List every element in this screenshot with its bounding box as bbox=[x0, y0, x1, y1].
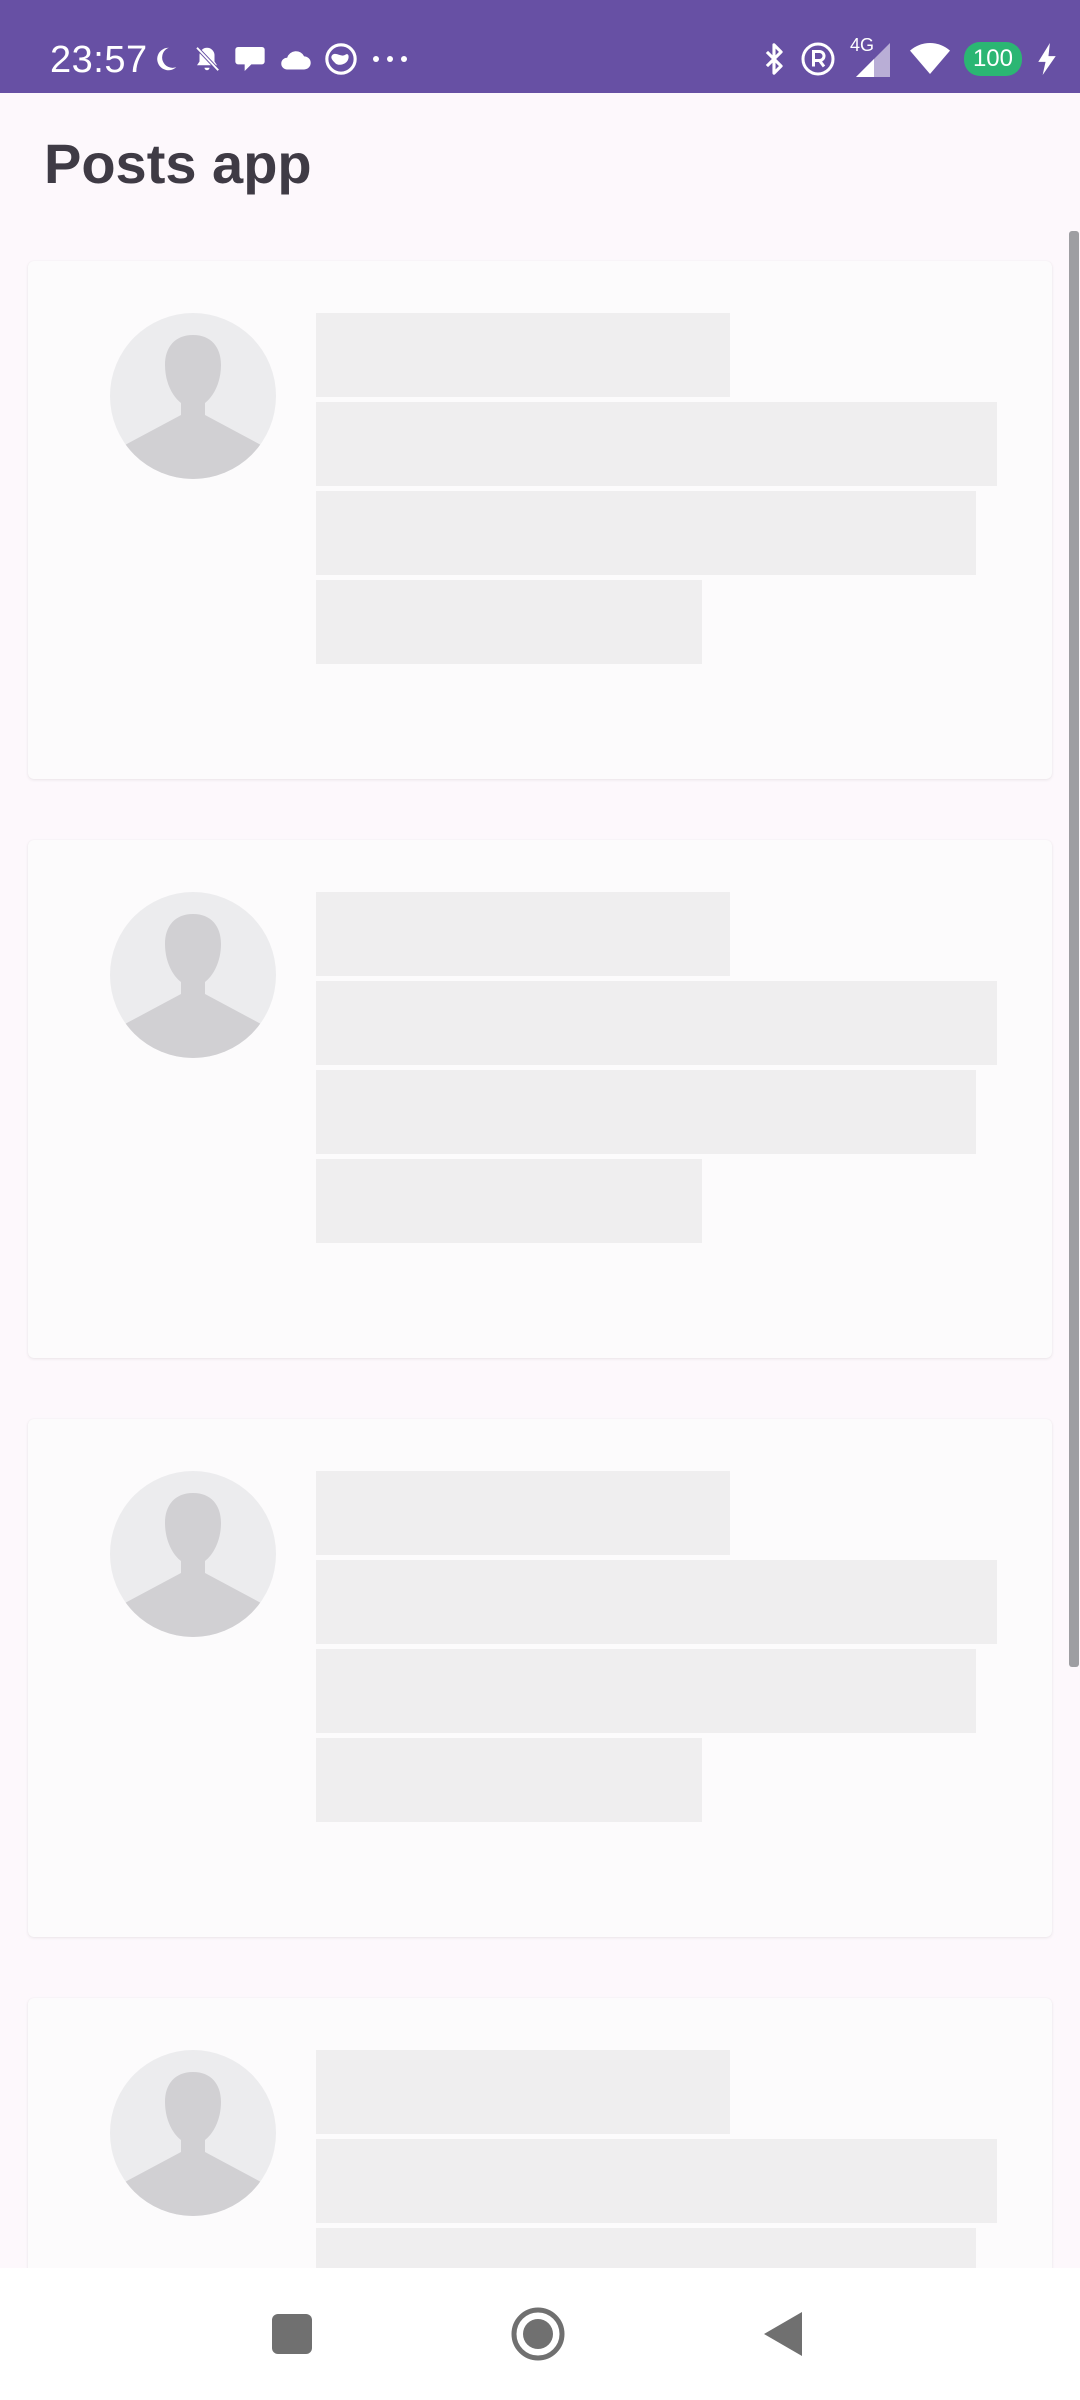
app-bar: Posts app bbox=[0, 93, 1080, 233]
battery-icon: 100 bbox=[963, 42, 1022, 76]
skeleton-line bbox=[316, 1738, 702, 1822]
home-button[interactable] bbox=[510, 2306, 566, 2362]
skeleton-line bbox=[316, 402, 997, 486]
cloud-icon bbox=[278, 46, 312, 72]
skeleton-line bbox=[316, 1649, 976, 1733]
scrollbar[interactable] bbox=[1069, 231, 1079, 1667]
page-title: Posts app bbox=[44, 132, 312, 195]
skeleton-line bbox=[316, 491, 976, 575]
skeleton-line bbox=[316, 313, 730, 397]
skeleton-line bbox=[316, 580, 702, 664]
skeleton-line bbox=[316, 1070, 976, 1154]
charging-bolt-icon bbox=[1036, 43, 1058, 75]
muted-bell-icon bbox=[192, 44, 222, 74]
vpn-globe-icon bbox=[324, 42, 358, 76]
avatar-placeholder-icon bbox=[110, 892, 276, 1058]
skeleton-line bbox=[316, 1560, 997, 1644]
chat-icon bbox=[234, 44, 266, 74]
avatar-placeholder-icon bbox=[110, 1471, 276, 1637]
post-card-placeholder[interactable] bbox=[28, 840, 1052, 1358]
status-bar: 23:57 4G 100 bbox=[0, 0, 1080, 93]
avatar-placeholder-icon bbox=[110, 313, 276, 479]
skeleton-line bbox=[316, 892, 730, 976]
navigation-bar bbox=[0, 2268, 1080, 2400]
post-card-placeholder[interactable] bbox=[28, 261, 1052, 779]
skeleton-line bbox=[316, 2228, 976, 2268]
post-card-placeholder[interactable] bbox=[28, 1419, 1052, 1937]
wifi-icon bbox=[909, 43, 950, 75]
moon-icon bbox=[150, 44, 180, 74]
more-dots-icon bbox=[370, 54, 410, 64]
skeleton-line bbox=[316, 2050, 730, 2134]
skeleton-line bbox=[316, 1159, 702, 1243]
system-icons: 4G 100 bbox=[762, 34, 1058, 84]
skeleton-line bbox=[316, 2139, 997, 2223]
post-card-placeholder[interactable] bbox=[28, 1998, 1052, 2268]
circle-icon bbox=[511, 2307, 565, 2361]
square-icon bbox=[272, 2314, 312, 2354]
avatar-placeholder-icon bbox=[110, 2050, 276, 2216]
back-triangle-icon bbox=[764, 2312, 802, 2356]
bluetooth-icon bbox=[762, 42, 786, 76]
posts-list[interactable] bbox=[0, 233, 1080, 2268]
skeleton-line bbox=[316, 1471, 730, 1555]
skeleton-line bbox=[316, 981, 997, 1065]
recents-button[interactable] bbox=[264, 2306, 320, 2362]
back-button[interactable] bbox=[756, 2306, 812, 2362]
signal-icon: 4G bbox=[850, 35, 896, 79]
status-time: 23:57 bbox=[50, 39, 148, 81]
registered-icon bbox=[800, 41, 836, 77]
notification-icons bbox=[150, 34, 410, 84]
